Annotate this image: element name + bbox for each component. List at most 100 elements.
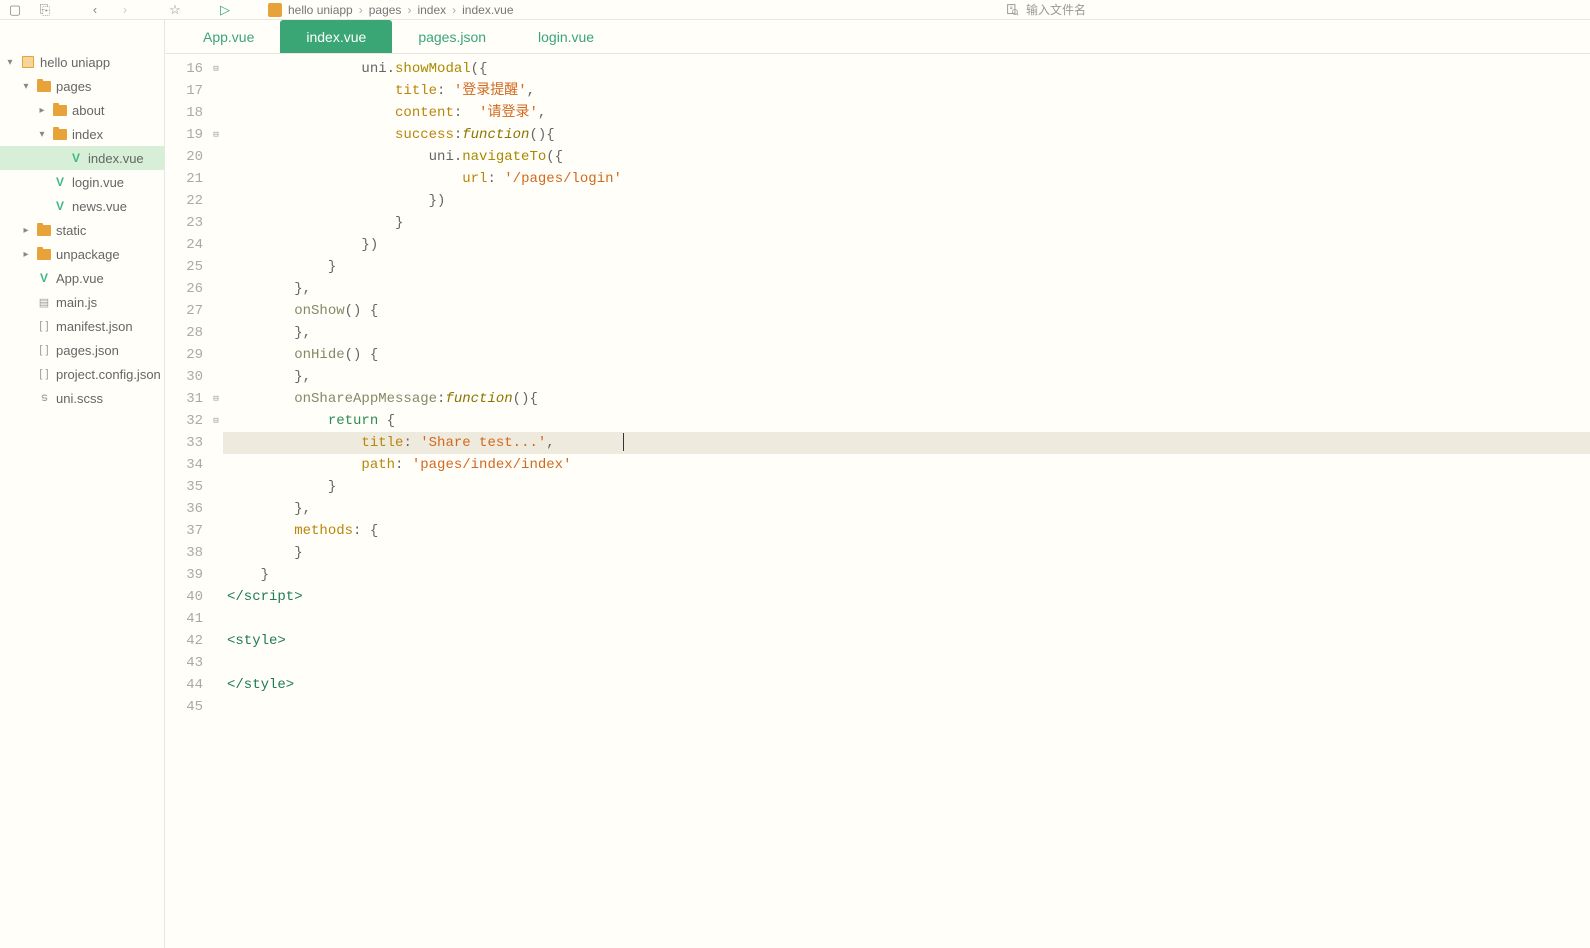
tree-item[interactable]: [ ]manifest.json bbox=[0, 314, 164, 338]
code-line[interactable]: } bbox=[223, 564, 1590, 586]
tree-item[interactable]: ട uni.scss bbox=[0, 386, 164, 410]
file-search[interactable]: 输入文件名 bbox=[1006, 1, 1586, 18]
fold-gutter[interactable]: ⊟⊟⊟⊟ bbox=[209, 54, 223, 948]
scss-file-icon: ട bbox=[36, 391, 52, 405]
code-line[interactable]: success:function(){ bbox=[223, 124, 1590, 146]
tree-item[interactable]: Vindex.vue bbox=[0, 146, 164, 170]
breadcrumb-separator: › bbox=[359, 3, 363, 17]
code-line[interactable]: url: '/pages/login' bbox=[223, 168, 1590, 190]
tree-item[interactable]: ▸about bbox=[0, 98, 164, 122]
code-line[interactable]: }, bbox=[223, 498, 1590, 520]
breadcrumb-item[interactable]: index.vue bbox=[462, 3, 513, 17]
tree-label: pages.json bbox=[56, 343, 119, 358]
code-line[interactable]: onHide() { bbox=[223, 344, 1590, 366]
vue-file-icon: V bbox=[68, 151, 84, 165]
editor-tab[interactable]: index.vue bbox=[280, 20, 392, 53]
editor-tabs: App.vueindex.vuepages.jsonlogin.vue bbox=[165, 20, 1590, 54]
folder-icon bbox=[52, 127, 68, 141]
run-icon[interactable]: ▷ bbox=[214, 1, 236, 19]
folder-icon bbox=[36, 79, 52, 93]
search-placeholder: 输入文件名 bbox=[1026, 1, 1086, 18]
code-line[interactable]: } bbox=[223, 476, 1590, 498]
code-line[interactable]: }, bbox=[223, 366, 1590, 388]
project-root[interactable]: ▾ hello uniapp bbox=[0, 50, 164, 74]
tree-label: pages bbox=[56, 79, 91, 94]
star-icon[interactable]: ☆ bbox=[164, 1, 186, 19]
code-line[interactable]: }, bbox=[223, 278, 1590, 300]
breadcrumb-item[interactable]: index bbox=[417, 3, 446, 17]
tree-item[interactable]: ▸unpackage bbox=[0, 242, 164, 266]
fold-toggle-icon[interactable]: ⊟ bbox=[209, 388, 223, 410]
code-line[interactable] bbox=[223, 652, 1590, 674]
fold-toggle-icon[interactable]: ⊟ bbox=[209, 410, 223, 432]
tree-item[interactable]: ▸ static bbox=[0, 218, 164, 242]
tree-item[interactable]: [ ] pages.json bbox=[0, 338, 164, 362]
chevron-down-icon[interactable]: ▾ bbox=[4, 57, 16, 68]
tree-item[interactable]: Vnews.vue bbox=[0, 194, 164, 218]
tree-label: hello uniapp bbox=[40, 55, 110, 70]
editor-tab[interactable]: pages.json bbox=[392, 20, 512, 53]
tree-label: static bbox=[56, 223, 86, 238]
json-file-icon: [ ] bbox=[36, 343, 52, 357]
code-line[interactable]: <style> bbox=[223, 630, 1590, 652]
code-line[interactable]: path: 'pages/index/index' bbox=[223, 454, 1590, 476]
editor-tab[interactable]: App.vue bbox=[177, 20, 280, 53]
code-line[interactable]: } bbox=[223, 212, 1590, 234]
new-file-icon[interactable]: ▢ bbox=[4, 1, 26, 19]
code-line[interactable]: content: '请登录', bbox=[223, 102, 1590, 124]
text-cursor bbox=[623, 433, 624, 451]
code-line[interactable]: uni.showModal({ bbox=[223, 58, 1590, 80]
code-line[interactable]: } bbox=[223, 542, 1590, 564]
chevron-right-icon[interactable]: ▸ bbox=[20, 225, 32, 236]
code-line[interactable]: title: '登录提醒', bbox=[223, 80, 1590, 102]
tree-item[interactable]: Vlogin.vue bbox=[0, 170, 164, 194]
code-line[interactable]: }, bbox=[223, 322, 1590, 344]
code-line[interactable]: }) bbox=[223, 190, 1590, 212]
editor-pane: App.vueindex.vuepages.jsonlogin.vue 1617… bbox=[165, 20, 1590, 948]
tree-label: index bbox=[72, 127, 103, 142]
breadcrumb[interactable]: hello uniapp › pages › index › index.vue bbox=[268, 3, 514, 17]
code-line[interactable]: onShareAppMessage:function(){ bbox=[223, 388, 1590, 410]
chevron-right-icon[interactable]: ▸ bbox=[36, 105, 48, 116]
code-editor[interactable]: 1617181920212223242526272829303132333435… bbox=[165, 54, 1590, 948]
folder-icon bbox=[36, 223, 52, 237]
chevron-right-icon[interactable]: ▸ bbox=[20, 249, 32, 260]
code-line[interactable]: methods: { bbox=[223, 520, 1590, 542]
nav-back-icon[interactable]: ‹ bbox=[84, 1, 106, 19]
line-number-gutter: 1617181920212223242526272829303132333435… bbox=[165, 54, 209, 948]
vue-file-icon: V bbox=[36, 271, 52, 285]
tree-label: project.config.json bbox=[56, 367, 161, 382]
tree-item[interactable]: ▾ pages bbox=[0, 74, 164, 98]
tree-label: main.js bbox=[56, 295, 97, 310]
save-icon[interactable]: ⎘ bbox=[34, 1, 56, 19]
code-content[interactable]: uni.showModal({ title: '登录提醒', content: … bbox=[223, 54, 1590, 948]
file-explorer[interactable]: ▾ hello uniapp ▾ pages ▸about ▾ index Vindex.… bbox=[0, 20, 165, 948]
tree-item[interactable]: VApp.vue bbox=[0, 266, 164, 290]
code-line[interactable]: </script> bbox=[223, 586, 1590, 608]
nav-forward-icon[interactable]: › bbox=[114, 1, 136, 19]
code-line[interactable]: } bbox=[223, 256, 1590, 278]
code-line[interactable]: </style> bbox=[223, 674, 1590, 696]
folder-icon bbox=[52, 103, 68, 117]
chevron-down-icon[interactable]: ▾ bbox=[20, 81, 32, 92]
project-icon bbox=[268, 3, 282, 17]
code-line[interactable]: uni.navigateTo({ bbox=[223, 146, 1590, 168]
tree-item[interactable]: ▤main.js bbox=[0, 290, 164, 314]
code-line[interactable]: return { bbox=[223, 410, 1590, 432]
breadcrumb-item[interactable]: pages bbox=[369, 3, 402, 17]
code-line[interactable] bbox=[223, 608, 1590, 630]
code-line[interactable]: }) bbox=[223, 234, 1590, 256]
breadcrumb-separator: › bbox=[452, 3, 456, 17]
tree-item[interactable]: ▾ index bbox=[0, 122, 164, 146]
chevron-down-icon[interactable]: ▾ bbox=[36, 129, 48, 140]
editor-tab[interactable]: login.vue bbox=[512, 20, 620, 53]
code-line[interactable] bbox=[223, 696, 1590, 718]
fold-toggle-icon[interactable]: ⊟ bbox=[209, 124, 223, 146]
tree-label: uni.scss bbox=[56, 391, 103, 406]
tree-label: login.vue bbox=[72, 175, 124, 190]
code-line[interactable]: onShow() { bbox=[223, 300, 1590, 322]
code-line[interactable]: title: 'Share test...', bbox=[223, 432, 1590, 454]
breadcrumb-item[interactable]: hello uniapp bbox=[288, 3, 353, 17]
fold-toggle-icon[interactable]: ⊟ bbox=[209, 58, 223, 80]
tree-item[interactable]: [ ]project.config.json bbox=[0, 362, 164, 386]
